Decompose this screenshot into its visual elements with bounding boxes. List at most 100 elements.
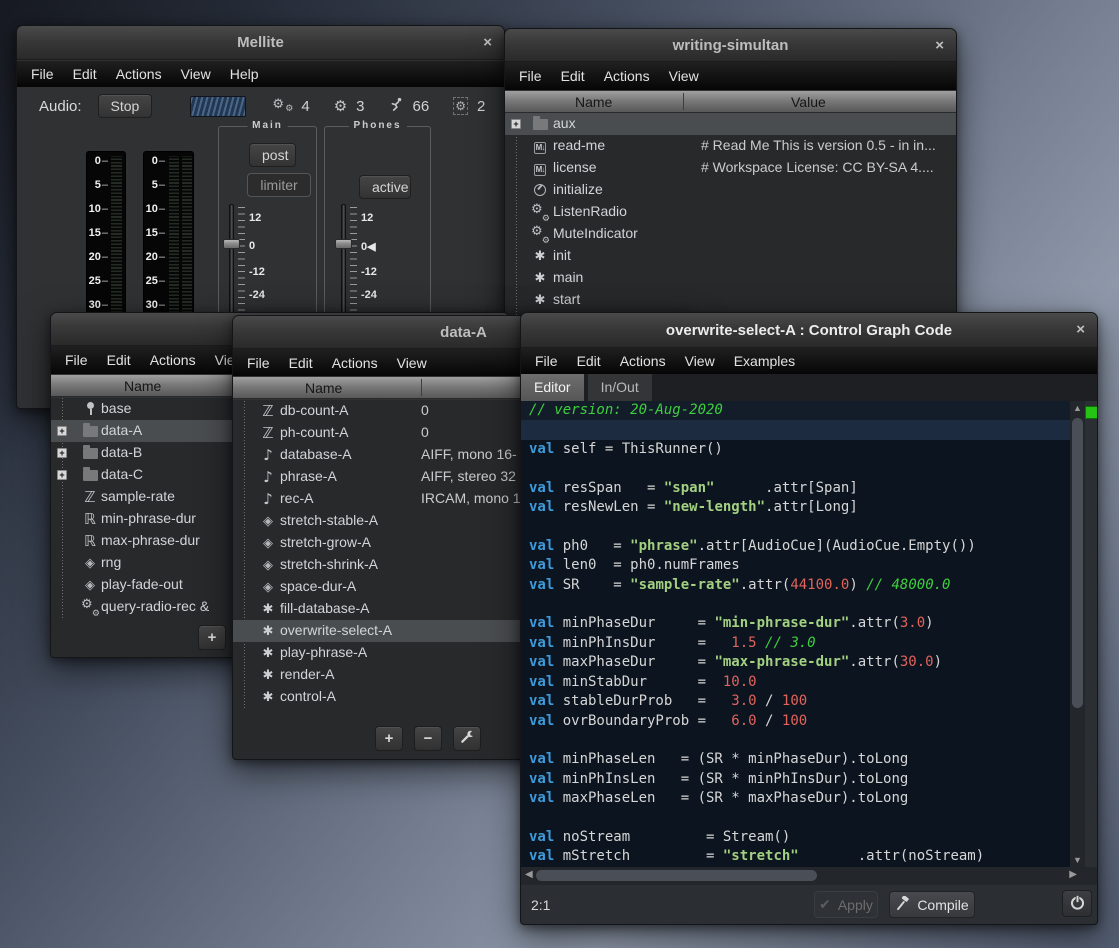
column-name[interactable]: Name (575, 94, 612, 110)
code-line[interactable]: val resNewLen = "new-length".attr[Long] (521, 498, 1070, 517)
list-item-init[interactable]: ✱init (505, 245, 956, 267)
code-line[interactable] (521, 420, 1070, 439)
code-line[interactable]: // version: 20-Aug-2020 (521, 401, 1070, 420)
control-icon: ✱ (259, 688, 277, 706)
add-object-button[interactable]: + (198, 625, 226, 650)
list-item-muteindicator[interactable]: ⚙⚙MuteIndicator (505, 223, 956, 245)
code-line[interactable]: val maxPhaseLen = (SR * maxPhaseDur).toL… (521, 789, 1070, 808)
code-line[interactable]: val resSpan = "span" .attr[Span] (521, 479, 1070, 498)
menu-view[interactable]: View (669, 68, 699, 84)
column-value[interactable]: Value (791, 94, 826, 110)
menu-file[interactable]: File (535, 353, 558, 369)
code-line[interactable] (521, 459, 1070, 478)
expander-icon[interactable]: + (57, 448, 67, 458)
column-name[interactable]: Name (305, 380, 342, 396)
titlebar-code[interactable]: overwrite-select-A : Control Graph Code … (521, 313, 1097, 348)
code-line[interactable] (521, 595, 1070, 614)
menu-file[interactable]: File (31, 66, 54, 82)
code-line[interactable]: val SR = "sample-rate".attr(44100.0) // … (521, 576, 1070, 595)
menu-actions[interactable]: Actions (332, 355, 378, 371)
menu-edit[interactable]: Edit (289, 355, 313, 371)
power-button[interactable] (1062, 890, 1092, 917)
list-item-start[interactable]: ✱start (505, 289, 956, 311)
menu-actions[interactable]: Actions (620, 353, 666, 369)
limiter-toggle[interactable]: limiter (247, 173, 311, 197)
code-line[interactable]: val minPhaseDur = "min-phrase-dur".attr(… (521, 614, 1070, 633)
menu-examples[interactable]: Examples (734, 353, 795, 369)
stream-icon: ◈ (81, 554, 99, 572)
tab-editor[interactable]: Editor (521, 374, 584, 401)
code-line[interactable]: val stableDurProb = 3.0 / 100 (521, 692, 1070, 711)
menu-view[interactable]: View (685, 353, 715, 369)
code-line[interactable]: val minPhInsLen = (SR * minPhInsDur).toL… (521, 770, 1070, 789)
code-line[interactable]: val ph0 = "phrase".attr[AudioCue](AudioC… (521, 537, 1070, 556)
menu-edit[interactable]: Edit (107, 352, 131, 368)
stop-button[interactable]: Stop (98, 94, 153, 118)
list-item-main[interactable]: ✱main (505, 267, 956, 289)
phones-fader-thumb[interactable] (335, 239, 352, 249)
menu-actions[interactable]: Actions (604, 68, 650, 84)
tab-in-out[interactable]: In/Out (588, 374, 652, 401)
code-line[interactable]: val self = ThisRunner() (521, 440, 1070, 459)
horizontal-scrollbar[interactable]: ◀ ▶ (521, 867, 1098, 885)
code-line[interactable]: val mStretch = "stretch" .attr(noStream) (521, 847, 1070, 866)
menu-edit[interactable]: Edit (561, 68, 585, 84)
menu-actions[interactable]: Actions (150, 352, 196, 368)
menu-edit[interactable]: Edit (577, 353, 601, 369)
close-icon[interactable]: × (483, 34, 492, 51)
list-item-initialize[interactable]: initialize (505, 179, 956, 201)
menu-file[interactable]: File (519, 68, 542, 84)
code-line[interactable]: val minStabDur = 10.0 (521, 673, 1070, 692)
code-line[interactable] (521, 809, 1070, 828)
expander-icon[interactable]: + (511, 119, 521, 129)
code-line[interactable]: val ovrBoundaryProb = 6.0 / 100 (521, 712, 1070, 731)
main-fader-thumb[interactable] (223, 239, 240, 249)
vertical-scroll-thumb[interactable] (1072, 418, 1083, 708)
menu-help[interactable]: Help (230, 66, 259, 82)
menu-view[interactable]: View (397, 355, 427, 371)
code-line[interactable] (521, 731, 1070, 750)
apply-button[interactable]: ✔ Apply (814, 891, 878, 918)
code-line[interactable] (521, 517, 1070, 536)
titlebar-writing-simultan[interactable]: writing-simultan × (505, 29, 956, 62)
menu-view[interactable]: View (181, 66, 211, 82)
add-object-button[interactable]: + (375, 726, 403, 751)
item-name: initialize (553, 181, 603, 197)
code-editor[interactable]: // version: 20-Aug-2020 val self = ThisR… (521, 401, 1070, 867)
active-toggle[interactable]: active (359, 175, 411, 199)
close-icon[interactable]: × (935, 37, 944, 54)
post-button[interactable]: post (249, 143, 296, 167)
titlebar-mellite[interactable]: Mellite × (17, 26, 504, 60)
scroll-right-icon[interactable]: ▶ (1069, 869, 1077, 880)
code-line[interactable]: val maxPhaseDur = "max-phrase-dur".attr(… (521, 653, 1070, 672)
fader-scale-label: -24 (249, 289, 265, 301)
expander-icon[interactable]: + (57, 470, 67, 480)
menu-file[interactable]: File (247, 355, 270, 371)
menu-edit[interactable]: Edit (73, 66, 97, 82)
horizontal-scroll-thumb[interactable] (536, 870, 817, 881)
scroll-down-icon[interactable]: ▼ (1070, 855, 1085, 865)
menu-actions[interactable]: Actions (116, 66, 162, 82)
list-item-listenradio[interactable]: ⚙⚙ListenRadio (505, 201, 956, 223)
code-line[interactable]: val minPhaseLen = (SR * minPhaseDur).toL… (521, 750, 1070, 769)
meter-tick-label: 25 (146, 275, 165, 287)
scroll-up-icon[interactable]: ▲ (1070, 403, 1085, 413)
menu-file[interactable]: File (65, 352, 88, 368)
close-icon[interactable]: × (1076, 321, 1085, 338)
code-line[interactable]: val noStream = Stream() (521, 828, 1070, 847)
code-line[interactable]: val minPhInsDur = 1.5 // 3.0 (521, 634, 1070, 653)
scroll-left-icon[interactable]: ◀ (525, 869, 533, 880)
compile-button[interactable]: Compile (889, 891, 975, 918)
tree-header[interactable]: Name Value (505, 90, 956, 113)
tools-button[interactable] (453, 726, 481, 751)
column-divider[interactable] (683, 93, 684, 110)
column-name[interactable]: Name (124, 378, 161, 394)
remove-object-button[interactable]: − (414, 726, 442, 751)
code-line[interactable]: val len0 = ph0.numFrames (521, 556, 1070, 575)
vertical-scrollbar[interactable]: ▲ ▼ (1070, 401, 1085, 867)
list-item-aux[interactable]: +aux (505, 113, 956, 135)
expander-icon[interactable]: + (57, 426, 67, 436)
list-item-license[interactable]: M↓license# Workspace License: CC BY-SA 4… (505, 157, 956, 179)
list-item-read-me[interactable]: M↓read-me# Read Me This is version 0.5 -… (505, 135, 956, 157)
column-divider[interactable] (421, 379, 422, 396)
